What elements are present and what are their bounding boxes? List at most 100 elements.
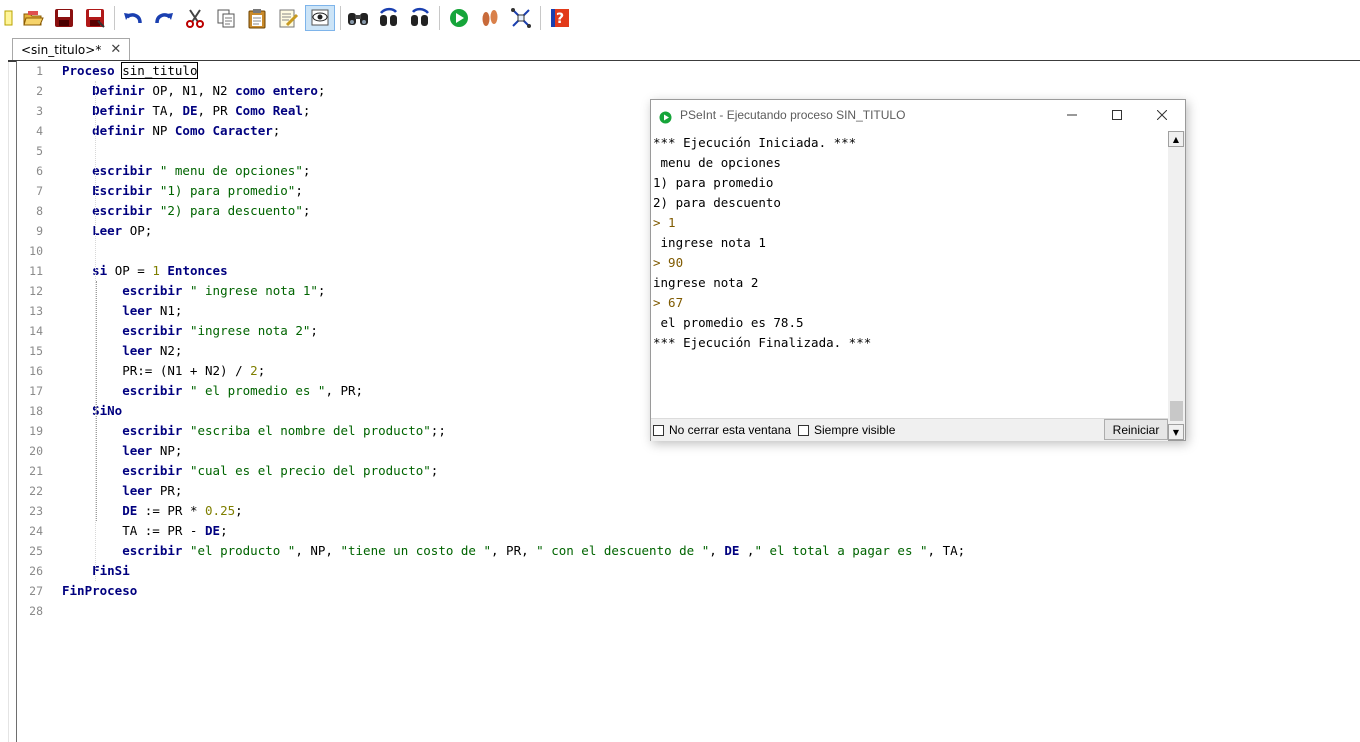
code-token: "2) para descuento" — [159, 203, 303, 218]
code-text: leer N2; — [62, 341, 182, 361]
code-text: Proceso sin_titulo — [62, 61, 199, 81]
console-output-line: menu de opciones — [653, 155, 781, 170]
code-line[interactable]: 26 FinSi — [17, 561, 1357, 581]
code-line[interactable]: 2 Definir OP, N1, N2 como entero; — [17, 81, 1357, 101]
open-file-icon[interactable] — [20, 5, 46, 31]
code-token: escribir — [122, 323, 183, 338]
code-line[interactable]: 24 TA := PR - DE; — [17, 521, 1357, 541]
code-line[interactable]: 27 FinProceso — [17, 581, 1357, 601]
code-text: Definir TA, DE, PR Como Real; — [62, 101, 310, 121]
cut-icon[interactable] — [182, 5, 208, 31]
console-output[interactable]: *** Ejecución Iniciada. *** menu de opci… — [653, 133, 1166, 413]
code-token: ;; — [430, 423, 446, 438]
code-line[interactable]: 23 DE := PR * 0.25; — [17, 501, 1357, 521]
code-text: escribir "2) para descuento"; — [62, 201, 310, 221]
close-button[interactable] — [1139, 100, 1185, 130]
code-token: , PR — [197, 103, 236, 118]
debug-icon[interactable] — [305, 5, 335, 31]
code-token: ; — [295, 183, 303, 198]
code-text: Escribir "1) para promedio"; — [62, 181, 303, 201]
line-number: 20 — [29, 444, 43, 458]
code-line[interactable]: 1 Proceso sin_titulo — [17, 61, 1357, 81]
code-text: leer PR; — [62, 481, 182, 501]
tab-sin-titulo[interactable]: <sin_titulo>* ✕ — [12, 38, 131, 60]
code-token: Leer — [92, 223, 123, 238]
code-line[interactable]: 28 — [17, 601, 1357, 621]
line-number: 18 — [29, 404, 43, 418]
paste-icon[interactable] — [244, 5, 270, 31]
code-text: FinProceso — [62, 581, 137, 601]
code-text: escribir "escriba el nombre del producto… — [62, 421, 446, 441]
no-cerrar-label: No cerrar esta ventana — [669, 423, 792, 437]
redo-icon[interactable] — [151, 5, 177, 31]
line-number: 17 — [29, 384, 43, 398]
code-token: "el producto " — [189, 543, 296, 558]
code-token: como entero — [235, 83, 318, 98]
code-token: Definir — [92, 103, 145, 118]
siempre-visible-checkbox[interactable]: Siempre visible — [798, 423, 895, 437]
console-output-line: ingrese nota 2 — [653, 275, 759, 290]
maximize-button[interactable] — [1094, 100, 1140, 130]
code-token: " menu de opciones" — [159, 163, 303, 178]
flowchart-icon[interactable] — [508, 5, 534, 31]
save-as-icon[interactable] — [82, 5, 108, 31]
scroll-down-icon[interactable]: ▼ — [1168, 424, 1184, 440]
undo-icon[interactable] — [120, 5, 146, 31]
console-scrollbar[interactable]: ▲ ▼ — [1168, 131, 1185, 440]
search-next-icon[interactable] — [407, 5, 433, 31]
code-token: escribir — [92, 203, 153, 218]
main-toolbar: ? — [0, 0, 1360, 36]
code-line[interactable]: 25 escribir "el producto ", NP, "tiene u… — [17, 541, 1357, 561]
code-token: ; — [302, 103, 311, 118]
console-title-bar[interactable]: PSeInt - Ejecutando proceso SIN_TITULO — [651, 100, 1185, 130]
code-line[interactable]: 20 leer NP; — [17, 441, 1357, 461]
step-by-step-icon[interactable] — [477, 5, 503, 31]
code-token: " el total a pagar es " — [754, 543, 928, 558]
code-token: leer — [122, 443, 153, 458]
reiniciar-button[interactable]: Reiniciar — [1104, 419, 1168, 440]
close-icon[interactable]: ✕ — [110, 42, 121, 57]
code-token: DE — [122, 503, 138, 518]
checkbox-icon[interactable] — [653, 424, 664, 436]
code-token: , — [709, 543, 725, 558]
code-line[interactable]: 21 escribir "cual es el precio del produ… — [17, 461, 1357, 481]
code-token: FinProceso — [62, 583, 138, 598]
code-token: " con el descuento de " — [536, 543, 710, 558]
side-panel-strip[interactable] — [0, 36, 9, 742]
svg-text:?: ? — [556, 11, 564, 27]
code-line[interactable]: 22 leer PR; — [17, 481, 1357, 501]
line-number: 12 — [29, 284, 43, 298]
code-text: leer NP; — [62, 441, 182, 461]
run-icon[interactable] — [446, 5, 472, 31]
line-number: 21 — [29, 464, 43, 478]
code-token: Entonces — [167, 263, 228, 278]
code-token: escribir — [122, 283, 183, 298]
search-previous-icon[interactable] — [376, 5, 402, 31]
edit-icon[interactable] — [275, 5, 301, 31]
new-file-icon[interactable] — [0, 5, 18, 31]
copy-icon[interactable] — [213, 5, 239, 31]
code-token: leer — [122, 303, 153, 318]
save-icon[interactable] — [51, 5, 77, 31]
minimize-button[interactable] — [1049, 100, 1095, 130]
code-token: " el promedio es " — [189, 383, 326, 398]
console-output-line: ingrese nota 1 — [653, 235, 766, 250]
line-number: 15 — [29, 344, 43, 358]
no-cerrar-checkbox[interactable]: No cerrar esta ventana — [653, 423, 791, 437]
code-token: ; — [302, 163, 311, 178]
checkbox-icon[interactable] — [798, 424, 809, 436]
scroll-up-icon[interactable]: ▲ — [1168, 131, 1184, 147]
help-icon[interactable]: ? — [547, 5, 573, 31]
scroll-thumb[interactable] — [1170, 401, 1183, 421]
line-number: 4 — [36, 124, 43, 138]
console-output-line: el promedio es 78.5 — [653, 315, 804, 330]
code-token: "ingrese nota 2" — [189, 323, 311, 338]
search-icon[interactable] — [345, 5, 371, 31]
